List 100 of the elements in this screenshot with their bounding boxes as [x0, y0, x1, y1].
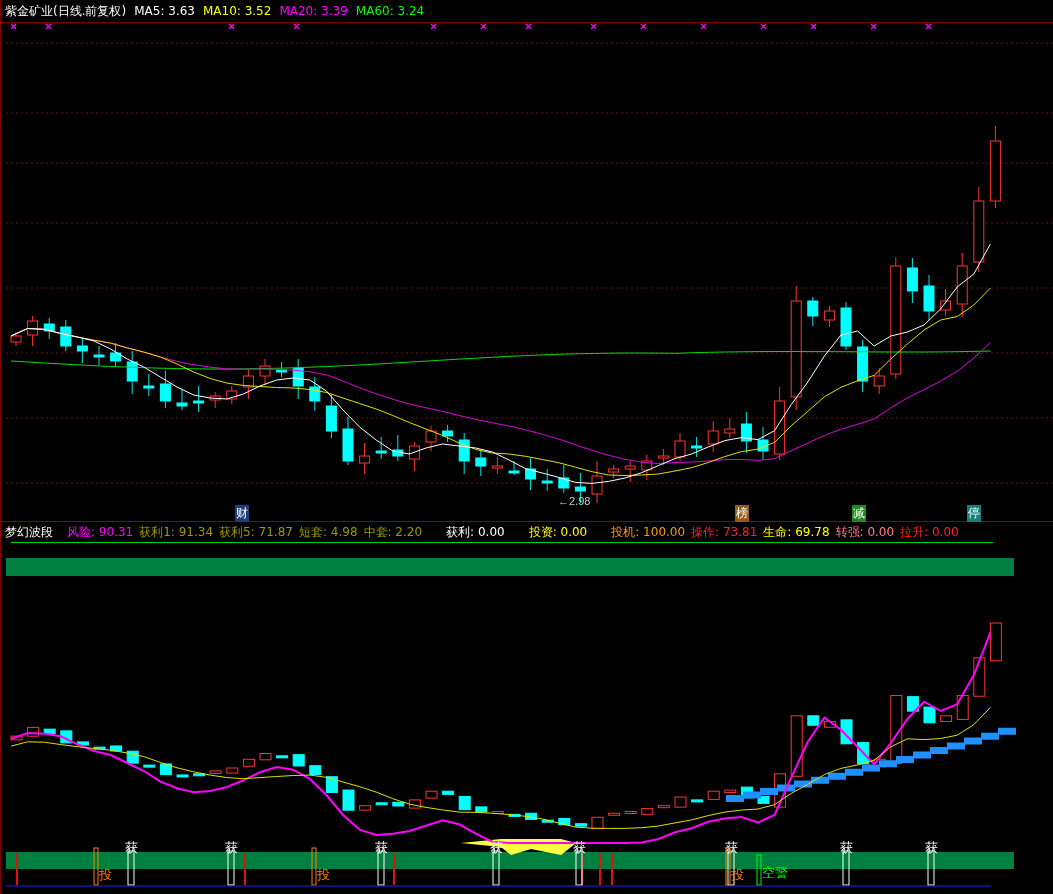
indicator-candle	[209, 770, 222, 774]
indicator-candle	[574, 823, 587, 827]
indicator-candle	[425, 790, 438, 799]
indicator-reading: 获利1: 91.34	[139, 523, 214, 541]
indicator-reading: 投资: 0.00	[528, 523, 588, 541]
candle	[359, 442, 371, 475]
signal-label: 空警	[762, 865, 788, 880]
indicator-reading: 拉升: 0.00	[900, 523, 959, 541]
indicator-candle	[325, 776, 338, 793]
indicator-reading: 短套: 4.98	[298, 523, 358, 541]
candle	[641, 454, 653, 481]
candle	[10, 331, 22, 347]
indicator-reading: 获利: 0.00	[446, 523, 505, 541]
candle	[923, 274, 935, 321]
candle	[840, 301, 852, 351]
candle	[558, 464, 570, 494]
indicator-title: 梦幻波段	[5, 523, 53, 541]
indicator-candle	[475, 806, 488, 813]
candle	[591, 460, 603, 504]
indicator-candle	[757, 795, 770, 804]
signal-label: 获	[572, 840, 586, 855]
indicator-candle	[641, 808, 654, 815]
signal-label: 投	[99, 867, 112, 882]
candle	[143, 373, 155, 397]
signal-label: 获	[374, 840, 388, 855]
candle	[608, 464, 620, 479]
ma-reading: MA10: 3.52	[202, 4, 272, 18]
indicator-candle	[392, 801, 405, 807]
candle	[823, 305, 835, 328]
indicator-candle	[973, 657, 986, 697]
candle	[276, 361, 288, 378]
candle	[193, 385, 205, 413]
candle	[906, 257, 918, 304]
candle	[508, 460, 520, 476]
candle	[940, 288, 952, 317]
indicator-candle	[840, 719, 853, 745]
indicator-candle	[525, 812, 538, 821]
signal-label: 投	[731, 867, 744, 882]
indicator-candle	[724, 789, 737, 794]
indicator-reading: 中套: 2.20	[363, 523, 423, 541]
indicator-candle	[259, 753, 272, 761]
candle	[541, 468, 553, 492]
indicator-candle	[375, 802, 388, 806]
candle	[292, 358, 304, 400]
signal-tick	[244, 853, 246, 885]
candle	[209, 391, 221, 409]
indicator-candle	[143, 764, 156, 768]
indicator-candle	[110, 745, 123, 752]
indicator-candle	[442, 790, 455, 795]
signal-label: 获	[224, 840, 238, 855]
candle	[342, 416, 354, 466]
ma-reading: MA20: 3.39	[279, 4, 348, 18]
event-tag: 减	[852, 505, 866, 522]
indicator-candle	[76, 741, 89, 746]
indicator-candle	[276, 755, 289, 759]
candle	[956, 252, 968, 318]
indicator-candle	[359, 805, 372, 811]
signal-label: 获	[724, 840, 738, 855]
candle	[873, 367, 885, 395]
indicator-candle	[292, 754, 305, 767]
indicator-candle	[408, 799, 421, 809]
indicator-reading: 转强: 0.00	[835, 523, 895, 541]
indicator-reading: 生命: 69.78	[763, 523, 830, 541]
candle	[375, 436, 387, 460]
indicator-candle	[43, 728, 56, 735]
candle	[458, 432, 470, 475]
event-tag: 财	[235, 505, 249, 522]
candle	[691, 436, 703, 458]
candle	[525, 457, 537, 491]
event-tag: 停	[967, 505, 981, 522]
indicator-candle	[27, 726, 40, 737]
indicator-candle	[193, 773, 206, 777]
candle	[657, 448, 669, 466]
stock-title: 紫金矿业(日线.前复权)	[5, 2, 127, 20]
indicator-candle	[674, 796, 687, 808]
candle	[76, 337, 88, 364]
indicator-candle	[923, 706, 936, 724]
indicator-candle	[707, 790, 720, 800]
signal-label: 获	[839, 840, 853, 855]
candle	[226, 385, 238, 405]
signal-tick	[599, 853, 601, 885]
candle	[757, 426, 769, 461]
signal-bar	[756, 854, 762, 886]
indicator-candle	[823, 721, 836, 728]
indicator-candle	[541, 819, 554, 823]
candle	[724, 417, 736, 439]
indicator-candle	[940, 715, 953, 722]
candle	[60, 319, 72, 352]
indicator-candle	[309, 765, 322, 775]
candle	[309, 376, 321, 412]
candle	[159, 370, 171, 409]
indicator-candle	[491, 811, 504, 814]
indicator-candle	[691, 799, 704, 803]
candle	[259, 358, 271, 386]
candle	[857, 339, 869, 393]
signal-tick	[393, 853, 395, 885]
signal-label: 获	[924, 840, 938, 855]
candle	[707, 420, 719, 453]
signal-tick	[611, 853, 613, 885]
indicator-candle	[657, 805, 670, 809]
